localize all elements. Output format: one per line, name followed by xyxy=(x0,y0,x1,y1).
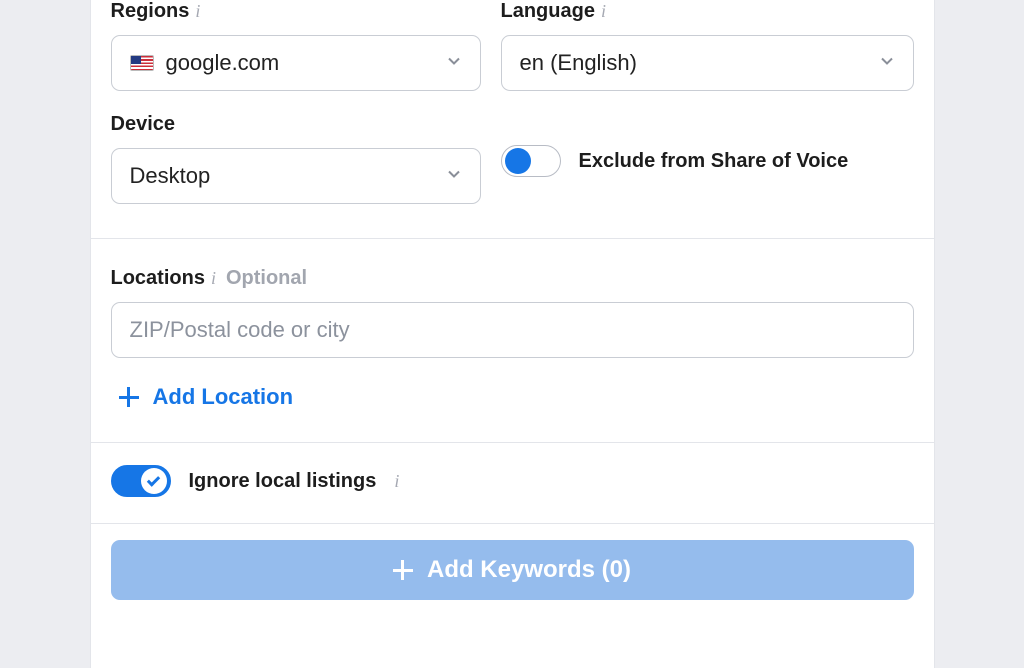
info-icon[interactable]: i xyxy=(195,1,200,22)
plus-icon xyxy=(119,387,139,407)
plus-icon xyxy=(393,560,413,580)
add-location-button[interactable]: Add Location xyxy=(111,384,914,410)
section-add-keywords: Add Keywords (0) xyxy=(91,524,934,624)
exclude-sov-group: Exclude from Share of Voice xyxy=(501,113,849,177)
ignore-local-toggle[interactable] xyxy=(111,465,171,497)
section-ignore-local: Ignore local listings i xyxy=(91,443,934,523)
ignore-local-label: Ignore local listings xyxy=(189,470,377,493)
regions-label: Regions xyxy=(111,0,190,23)
locations-label: Locations xyxy=(111,267,205,290)
field-regions: Regions i google.com xyxy=(111,0,481,91)
device-value: Desktop xyxy=(130,163,211,189)
chevron-down-icon xyxy=(446,53,462,74)
settings-card: Regions i google.com Language i xyxy=(90,0,935,668)
add-location-label: Add Location xyxy=(153,384,294,410)
locations-optional: Optional xyxy=(226,267,307,290)
regions-select[interactable]: google.com xyxy=(111,35,481,91)
info-icon[interactable]: i xyxy=(394,471,399,492)
chevron-down-icon xyxy=(879,53,895,74)
device-label: Device xyxy=(111,113,176,136)
us-flag-icon xyxy=(130,55,154,71)
chevron-down-icon xyxy=(446,166,462,187)
exclude-sov-toggle[interactable] xyxy=(501,145,561,177)
add-keywords-button[interactable]: Add Keywords (0) xyxy=(111,540,914,600)
check-icon xyxy=(147,473,160,486)
section-locations: Locations i Optional Add Location xyxy=(91,239,934,442)
language-label: Language xyxy=(501,0,595,23)
device-select[interactable]: Desktop xyxy=(111,148,481,204)
toggle-knob xyxy=(505,148,531,174)
info-icon[interactable]: i xyxy=(601,1,606,22)
toggle-knob xyxy=(141,468,167,494)
exclude-sov-label: Exclude from Share of Voice xyxy=(579,150,849,173)
language-value: en (English) xyxy=(520,50,637,76)
add-keywords-label: Add Keywords (0) xyxy=(427,556,631,584)
section-targeting: Regions i google.com Language i xyxy=(91,0,934,238)
regions-value: google.com xyxy=(166,50,280,76)
language-select[interactable]: en (English) xyxy=(501,35,914,91)
field-device: Device Desktop xyxy=(111,113,481,204)
field-language: Language i en (English) xyxy=(501,0,914,91)
locations-input[interactable] xyxy=(111,302,914,358)
info-icon[interactable]: i xyxy=(211,268,216,289)
